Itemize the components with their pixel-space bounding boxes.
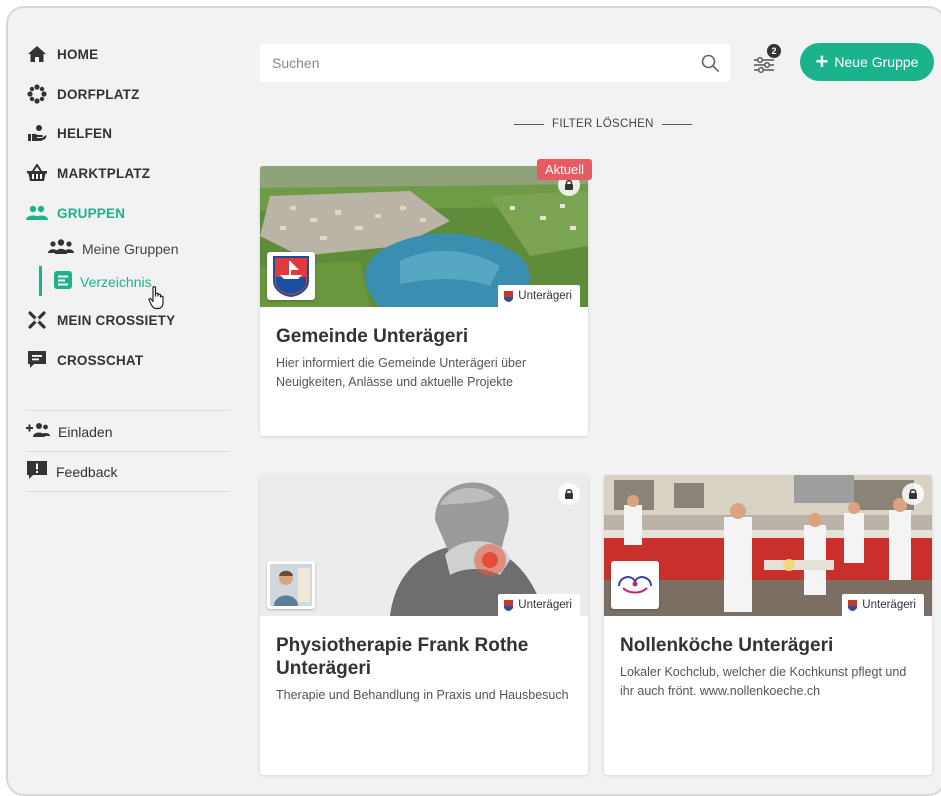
sidebar-item-crosschat[interactable]: CROSSCHAT [26, 348, 143, 372]
search-bar [260, 44, 730, 82]
location-tag: Unterägeri [842, 594, 924, 616]
card-image: Unterägeri [604, 475, 932, 616]
filter-sliders-icon [752, 56, 778, 80]
helping-hand-icon [26, 123, 48, 143]
card-image: Unterägeri [260, 166, 588, 307]
group-card-gemeinde[interactable]: Unterägeri Gemeinde Unterägeri Hier info… [260, 166, 588, 436]
sidebar-item-label: MARKTPLATZ [57, 165, 151, 181]
lock-icon [902, 483, 924, 505]
sidebar-subitem-label: Meine Gruppen [82, 241, 179, 257]
sidebar-item-label: DORFPLATZ [57, 86, 140, 102]
location-label: Unterägeri [518, 290, 572, 302]
location-label: Unterägeri [862, 599, 916, 611]
sidebar-subitem-meine-gruppen[interactable]: Meine Gruppen [48, 237, 179, 261]
feedback-label: Feedback [56, 464, 118, 480]
add-person-icon [26, 422, 50, 443]
crest-icon [504, 290, 514, 302]
app-frame: HOME DORFPLATZ HELFEN MARKTPLATZ GRUPPEN [6, 6, 941, 796]
filter-clear-link[interactable]: FILTER LÖSCHEN [514, 118, 692, 130]
filter-clear-label: FILTER LÖSCHEN [552, 118, 654, 130]
people-icon [48, 238, 74, 260]
sidebar-item-label: HELFEN [57, 125, 113, 141]
sidebar-item-marktplatz[interactable]: MARKTPLATZ [26, 161, 150, 185]
invite-button[interactable]: Einladen [26, 420, 113, 444]
group-logo [611, 561, 659, 609]
sidebar-item-mein-crossiety[interactable]: MEIN CROSSIETY [26, 308, 175, 332]
invite-label: Einladen [58, 424, 113, 440]
card-description: Hier informiert die Gemeinde Unterägeri … [276, 356, 527, 389]
sidebar-divider [26, 410, 230, 411]
card-description: Lokaler Kochclub, welcher die Kochkunst … [620, 665, 907, 698]
sidebar-item-label: MEIN CROSSIETY [57, 312, 176, 328]
card-title: Physiotherapie Frank Rothe Unterägeri [276, 635, 529, 679]
card-title: Gemeinde Unterägeri [276, 326, 469, 347]
sidebar-divider [26, 451, 230, 452]
sidebar-item-gruppen[interactable]: GRUPPEN [26, 201, 125, 225]
location-tag: Unterägeri [498, 285, 580, 307]
group-logo [267, 252, 315, 300]
sidebar-subitem-verzeichnis[interactable]: Verzeichnis [54, 270, 152, 294]
directory-icon [54, 270, 72, 294]
search-input[interactable] [272, 55, 672, 71]
group-icon [26, 203, 48, 223]
active-indicator [39, 266, 42, 296]
dorfplatz-icon [26, 84, 48, 104]
sidebar-subitem-label: Verzeichnis [80, 274, 152, 290]
aktuell-badge: Aktuell [537, 159, 593, 180]
crest-icon [504, 599, 514, 611]
divider-line [514, 123, 544, 125]
basket-icon [26, 163, 48, 183]
new-group-button[interactable]: + Neue Gruppe [800, 43, 934, 81]
home-icon [26, 44, 48, 64]
sidebar-divider [26, 491, 230, 492]
group-card-physiotherapie[interactable]: Unterägeri Physiotherapie Frank Rothe Un… [260, 475, 588, 775]
sidebar-item-dorfplatz[interactable]: DORFPLATZ [26, 82, 140, 106]
location-tag: Unterägeri [498, 594, 580, 616]
lock-icon [558, 483, 580, 505]
chat-icon [26, 350, 48, 370]
card-description: Therapie und Behandlung in Praxis und Ha… [276, 688, 569, 702]
sidebar-item-label: CROSSCHAT [57, 352, 144, 368]
crossiety-icon [26, 310, 48, 330]
group-logo [267, 561, 315, 609]
filter-count-badge: 2 [767, 44, 781, 58]
feedback-icon [26, 460, 48, 485]
divider-line [661, 123, 692, 125]
sidebar-item-helfen[interactable]: HELFEN [26, 121, 112, 145]
card-title: Nollenköche Unterägeri [620, 635, 834, 656]
sidebar-item-label: GRUPPEN [57, 205, 126, 221]
sidebar-item-label: HOME [57, 46, 99, 62]
crest-icon [848, 599, 858, 611]
new-group-label: Neue Gruppe [834, 54, 919, 70]
sidebar-item-home[interactable]: HOME [26, 42, 98, 66]
card-image: Unterägeri [260, 475, 588, 616]
group-card-nollenkoeche[interactable]: Unterägeri Nollenköche Unterägeri Lokale… [604, 475, 932, 775]
search-icon[interactable] [700, 53, 720, 73]
location-label: Unterägeri [518, 599, 572, 611]
feedback-button[interactable]: Feedback [26, 460, 117, 484]
plus-icon: + [815, 49, 829, 74]
